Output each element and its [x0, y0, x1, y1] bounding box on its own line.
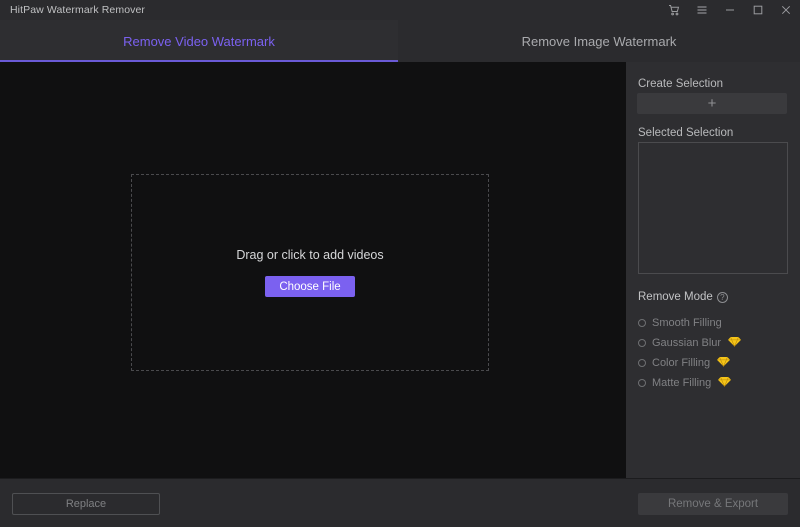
close-icon[interactable]: [772, 0, 800, 20]
create-selection-label: Create Selection: [638, 78, 724, 90]
tab-label: Remove Image Watermark: [521, 33, 677, 49]
selected-selection-label: Selected Selection: [638, 127, 734, 139]
premium-gem-icon: [728, 334, 742, 352]
radio-icon[interactable]: [638, 359, 646, 367]
mode-option-smooth-filling[interactable]: Smooth Filling: [638, 315, 722, 331]
app-window: HitPaw Watermark Remover Remove Video Wa…: [0, 0, 800, 527]
drop-zone[interactable]: Drag or click to add videos Choose File: [131, 174, 489, 371]
menu-icon[interactable]: [688, 0, 716, 20]
app-title: HitPaw Watermark Remover: [10, 4, 146, 16]
radio-icon[interactable]: [638, 319, 646, 327]
tab-bar: Remove Video Watermark Remove Image Wate…: [0, 20, 800, 62]
cart-icon[interactable]: [660, 0, 688, 20]
radio-icon[interactable]: [638, 339, 646, 347]
premium-gem-icon: [718, 374, 732, 392]
mode-label: Smooth Filling: [652, 317, 722, 329]
remove-mode-header: Remove Mode ?: [638, 291, 728, 303]
create-selection-button[interactable]: +: [637, 93, 787, 114]
mode-option-color-filling[interactable]: Color Filling: [638, 354, 731, 372]
bottom-bar: Replace Remove & Export: [0, 478, 800, 527]
replace-button[interactable]: Replace: [12, 493, 160, 515]
remove-and-export-button[interactable]: Remove & Export: [638, 493, 788, 515]
selected-selection-list[interactable]: [638, 142, 788, 274]
mode-option-matte-filling[interactable]: Matte Filling: [638, 374, 732, 392]
mode-label: Matte Filling: [652, 377, 712, 389]
title-bar: HitPaw Watermark Remover: [0, 0, 800, 20]
right-sidebar: Create Selection + Selected Selection Re…: [626, 62, 800, 478]
minimize-icon[interactable]: [716, 0, 744, 20]
window-controls: [660, 0, 800, 20]
tab-remove-video-watermark[interactable]: Remove Video Watermark: [0, 20, 398, 62]
tab-remove-image-watermark[interactable]: Remove Image Watermark: [398, 20, 800, 62]
mode-label: Color Filling: [652, 357, 711, 369]
plus-icon: +: [707, 95, 717, 112]
video-canvas[interactable]: Drag or click to add videos Choose File: [0, 62, 626, 478]
maximize-icon[interactable]: [744, 0, 772, 20]
drop-zone-text: Drag or click to add videos: [236, 248, 384, 262]
premium-gem-icon: [717, 354, 731, 372]
mode-option-gaussian-blur[interactable]: Gaussian Blur: [638, 334, 742, 352]
choose-file-button[interactable]: Choose File: [265, 276, 355, 297]
remove-mode-label: Remove Mode: [638, 291, 713, 303]
help-icon[interactable]: ?: [716, 291, 728, 303]
tab-label: Remove Video Watermark: [123, 33, 275, 49]
mode-label: Gaussian Blur: [652, 337, 722, 349]
radio-icon[interactable]: [638, 379, 646, 387]
